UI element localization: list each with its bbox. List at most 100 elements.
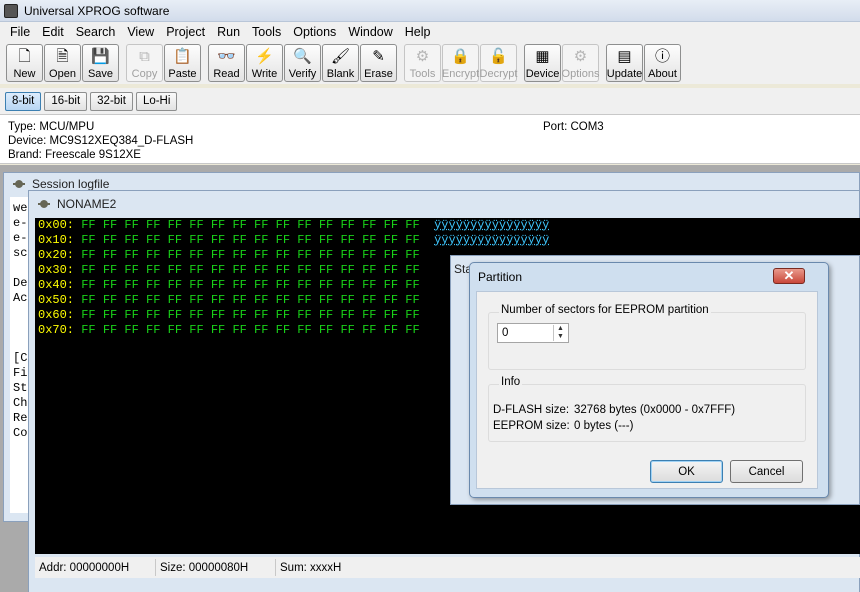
bug-icon bbox=[37, 198, 51, 210]
options-button[interactable]: ⚙ Options bbox=[562, 44, 599, 82]
copy-button[interactable]: ⧉ Copy bbox=[126, 44, 163, 82]
sectors-group: Number of sectors for EEPROM partition 0… bbox=[488, 304, 806, 370]
status-sum: Sum: xxxxH bbox=[280, 561, 342, 574]
eeprom-size-value: 0 bytes (---) bbox=[574, 420, 634, 432]
hex-bytes[interactable]: FF FF FF FF FF FF FF FF FF FF FF FF FF F… bbox=[81, 218, 419, 232]
sectors-spinner[interactable]: 0 ▲ ▼ bbox=[497, 323, 569, 343]
menu-project[interactable]: Project bbox=[160, 25, 211, 39]
menu-file[interactable]: File bbox=[4, 25, 36, 39]
device-brand: Brand: Freescale 9S12XE bbox=[8, 149, 141, 161]
spin-up-icon[interactable]: ▲ bbox=[554, 325, 567, 333]
hex-ascii[interactable]: ÿÿÿÿÿÿÿÿÿÿÿÿÿÿÿÿ bbox=[434, 233, 549, 247]
erase-button-label: Erase bbox=[364, 68, 393, 80]
dialog-body: Number of sectors for EEPROM partition 0… bbox=[476, 291, 818, 489]
lock-icon: 🔒 bbox=[451, 48, 470, 65]
unlock-icon: 🔓 bbox=[489, 48, 508, 65]
menu-options[interactable]: Options bbox=[287, 25, 342, 39]
close-button[interactable]: ✕ bbox=[773, 268, 805, 284]
cancel-button[interactable]: Cancel bbox=[730, 460, 803, 483]
new-doc-icon: 🗋 bbox=[18, 48, 31, 65]
read-button[interactable]: 👓 Read bbox=[208, 44, 245, 82]
hex-status-bar: Addr: 00000000H Size: 00000080H Sum: xxx… bbox=[35, 557, 860, 578]
blank-brush-icon: 🖌 bbox=[330, 48, 351, 65]
session-title: Session logfile bbox=[32, 177, 110, 191]
status-size: Size: 00000080H bbox=[156, 559, 276, 576]
hex-bytes[interactable]: FF FF FF FF FF FF FF FF FF FF FF FF FF F… bbox=[81, 233, 419, 247]
open-button-label: Open bbox=[49, 68, 76, 80]
about-icon: ⓘ bbox=[654, 48, 670, 65]
options-button-label: Options bbox=[561, 68, 600, 80]
hex-row: 0x10: FF FF FF FF FF FF FF FF FF FF FF F… bbox=[38, 233, 860, 248]
decrypt-button-label: Decrypt bbox=[479, 68, 518, 80]
info-group: Info D-FLASH size: 32768 bytes (0x0000 -… bbox=[488, 376, 806, 442]
paste-icon: 📋 bbox=[173, 48, 192, 65]
menu-search[interactable]: Search bbox=[70, 25, 122, 39]
hex-bytes[interactable]: FF FF FF FF FF FF FF FF FF FF FF FF FF F… bbox=[81, 278, 419, 292]
hex-row: 0x00: FF FF FF FF FF FF FF FF FF FF FF F… bbox=[38, 218, 860, 233]
options-icon: ⚙ bbox=[573, 48, 588, 65]
tab-32-bit[interactable]: 32-bit bbox=[90, 91, 133, 111]
write-lightning-icon: ⚡ bbox=[255, 48, 274, 65]
hex-address: 0x10: bbox=[38, 233, 75, 247]
hex-address: 0x20: bbox=[38, 248, 75, 262]
hex-bytes[interactable]: FF FF FF FF FF FF FF FF FF FF FF FF FF F… bbox=[81, 308, 419, 322]
title-bar: Universal XPROG software bbox=[0, 0, 860, 22]
app-icon bbox=[4, 3, 18, 18]
menu-run[interactable]: Run bbox=[211, 25, 246, 39]
sectors-value: 0 bbox=[502, 327, 509, 339]
menu-window[interactable]: Window bbox=[342, 25, 398, 39]
sectors-label: Number of sectors for EEPROM partition bbox=[499, 304, 711, 316]
menu-tools[interactable]: Tools bbox=[246, 25, 287, 39]
dflash-size-value: 32768 bytes (0x0000 - 0x7FFF) bbox=[574, 404, 736, 416]
hex-editor-title-bar[interactable]: NONAME2 bbox=[29, 191, 859, 217]
about-button-label: About bbox=[648, 68, 677, 80]
blank-button[interactable]: 🖌 Blank bbox=[322, 44, 359, 82]
hex-bytes[interactable]: FF FF FF FF FF FF FF FF FF FF FF FF FF F… bbox=[81, 248, 419, 262]
decrypt-button[interactable]: 🔓 Decrypt bbox=[480, 44, 517, 82]
ok-button[interactable]: OK bbox=[650, 460, 723, 483]
read-button-label: Read bbox=[213, 68, 240, 80]
update-icon: ▤ bbox=[617, 48, 632, 65]
save-button-label: Save bbox=[87, 68, 114, 80]
write-button[interactable]: ⚡ Write bbox=[246, 44, 283, 82]
paste-button-label: Paste bbox=[168, 68, 197, 80]
toolbar: 🗋 New 🗎 Open 💾 Save ⧉ Copy 📋 Paste 👓 Read ⚡ Write 🔍 Ver… bbox=[0, 42, 860, 84]
update-button[interactable]: ▤ Update bbox=[606, 44, 643, 82]
device-button-label: Device bbox=[525, 68, 560, 80]
verify-button-label: Verify bbox=[288, 68, 317, 80]
spin-down-icon[interactable]: ▼ bbox=[554, 333, 567, 341]
hex-address: 0x00: bbox=[38, 218, 75, 232]
save-button[interactable]: 💾 Save bbox=[82, 44, 119, 82]
dialog-title: Partition bbox=[478, 270, 523, 284]
write-button-label: Write bbox=[251, 68, 278, 80]
tools-button[interactable]: ⚙ Tools bbox=[404, 44, 441, 82]
about-button[interactable]: ⓘ About bbox=[644, 44, 681, 82]
device-type: Type: MCU/MPU bbox=[8, 121, 95, 133]
tab-lo-hi[interactable]: Lo-Hi bbox=[135, 91, 178, 111]
menu-bar: File Edit Search View Project Run Tools … bbox=[0, 22, 860, 42]
hex-bytes[interactable]: FF FF FF FF FF FF FF FF FF FF FF FF FF F… bbox=[81, 293, 419, 307]
bug-icon bbox=[12, 178, 26, 190]
hex-ascii[interactable]: ÿÿÿÿÿÿÿÿÿÿÿÿÿÿÿÿ bbox=[434, 218, 549, 232]
copy-button-label: Copy bbox=[131, 68, 158, 80]
open-button[interactable]: 🗎 Open bbox=[44, 44, 81, 82]
update-button-label: Update bbox=[606, 68, 643, 80]
hex-editor-title: NONAME2 bbox=[57, 197, 117, 211]
menu-edit[interactable]: Edit bbox=[36, 25, 70, 39]
hex-bytes[interactable]: FF FF FF FF FF FF FF FF FF FF FF FF FF F… bbox=[81, 263, 419, 277]
menu-help[interactable]: Help bbox=[399, 25, 437, 39]
paste-button[interactable]: 📋 Paste bbox=[164, 44, 201, 82]
tab-8-bit[interactable]: 8-bit bbox=[5, 91, 42, 111]
encrypt-button[interactable]: 🔒 Encrypt bbox=[442, 44, 479, 82]
hex-bytes[interactable]: FF FF FF FF FF FF FF FF FF FF FF FF FF F… bbox=[81, 323, 419, 337]
erase-button[interactable]: ✎ Erase bbox=[360, 44, 397, 82]
open-doc-icon: 🗎 bbox=[56, 48, 69, 65]
hex-address: 0x50: bbox=[38, 293, 75, 307]
erase-pencil-icon: ✎ bbox=[372, 48, 385, 65]
tools-button-label: Tools bbox=[409, 68, 436, 80]
menu-view[interactable]: View bbox=[121, 25, 160, 39]
tab-16-bit[interactable]: 16-bit bbox=[44, 91, 88, 111]
verify-button[interactable]: 🔍 Verify bbox=[284, 44, 321, 82]
new-button[interactable]: 🗋 New bbox=[6, 44, 43, 82]
device-button[interactable]: ▦ Device bbox=[524, 44, 561, 82]
